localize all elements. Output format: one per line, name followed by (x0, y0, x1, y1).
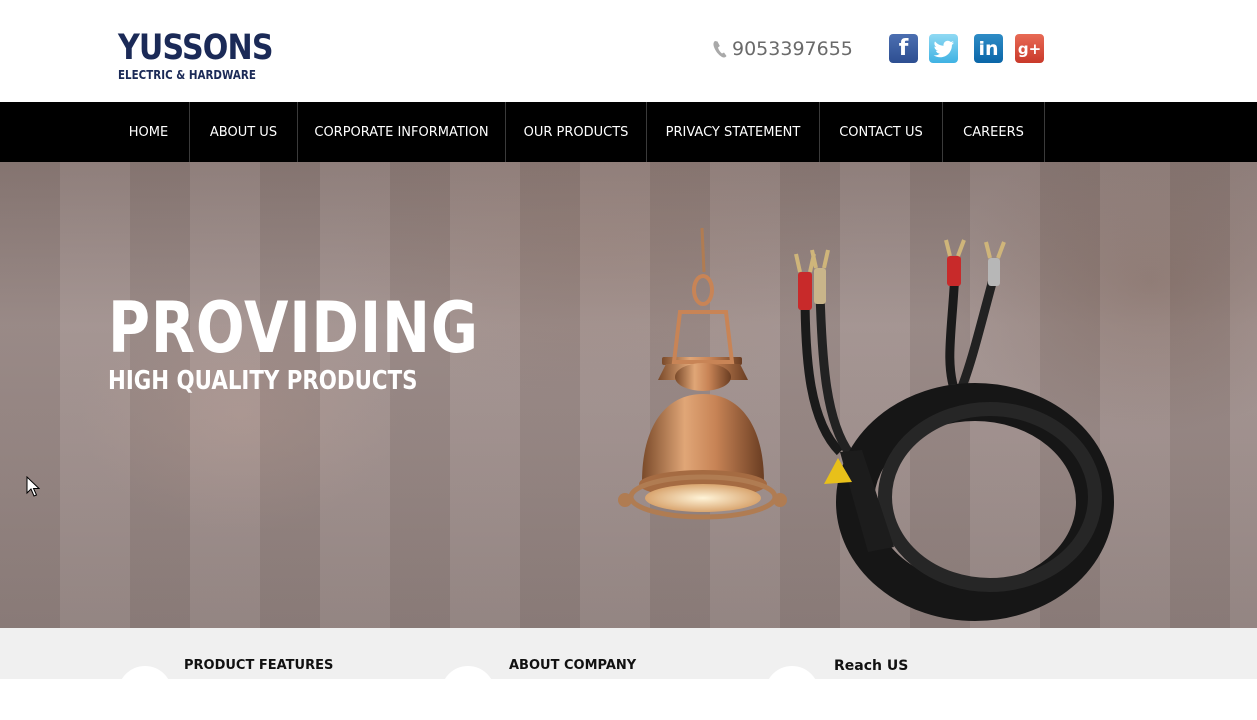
product-features-icon (118, 666, 172, 720)
copper-pendant-lamp-icon (618, 227, 787, 520)
speaker-cable-icon (794, 239, 1114, 621)
nav-item-about-us[interactable]: ABOUT US (190, 102, 298, 162)
logo-tagline: ELECTRIC & HARDWARE (118, 68, 256, 82)
logo-name: YUSSONS (118, 28, 274, 68)
googleplus-icon[interactable]: g+ (1015, 34, 1044, 63)
hero-subtitle: HIGH QUALITY PRODUCTS (108, 366, 418, 396)
facebook-letter: f (898, 36, 909, 61)
nav-item-contact-us[interactable]: CONTACT US (820, 102, 943, 162)
googleplus-letters: g+ (1017, 39, 1042, 58)
nav-item-home[interactable]: HOME (108, 102, 190, 162)
features-section: PRODUCT FEATURES ABOUT COMPANY Reach US (0, 628, 1257, 720)
linkedin-letters: in (978, 37, 999, 60)
facebook-icon[interactable]: f (889, 34, 918, 63)
nav-item-our-products[interactable]: OUR PRODUCTS (506, 102, 647, 162)
twitter-icon[interactable] (929, 34, 958, 63)
twitter-bird-icon (933, 40, 954, 57)
main-navigation: HOME ABOUT US CORPORATE INFORMATION OUR … (0, 102, 1257, 162)
feature-title-about-company: ABOUT COMPANY (509, 658, 637, 673)
feature-title-product-features: PRODUCT FEATURES (184, 658, 334, 673)
nav-menu: HOME ABOUT US CORPORATE INFORMATION OUR … (108, 102, 1045, 162)
nav-item-privacy-statement[interactable]: PRIVACY STATEMENT (647, 102, 820, 162)
feature-title-reach-us: Reach US (834, 658, 909, 674)
phone-number: 9053397655 (732, 38, 853, 60)
about-company-icon (441, 666, 495, 720)
mouse-cursor-icon (26, 476, 40, 497)
hero-products-image (618, 227, 1114, 621)
site-header: YUSSONS ELECTRIC & HARDWARE 9053397655 f… (0, 0, 1257, 102)
header-phone: 9053397655 (712, 38, 853, 60)
nav-item-corporate-information[interactable]: CORPORATE INFORMATION (298, 102, 506, 162)
hero-title: PROVIDING (108, 287, 479, 369)
phone-icon (713, 41, 727, 58)
reach-us-icon (765, 666, 819, 720)
site-logo[interactable]: YUSSONS ELECTRIC & HARDWARE (118, 30, 298, 82)
hero-banner: PROVIDING HIGH QUALITY PRODUCTS (0, 162, 1257, 628)
nav-item-careers[interactable]: CAREERS (943, 102, 1045, 162)
linkedin-icon[interactable]: in (974, 34, 1003, 63)
